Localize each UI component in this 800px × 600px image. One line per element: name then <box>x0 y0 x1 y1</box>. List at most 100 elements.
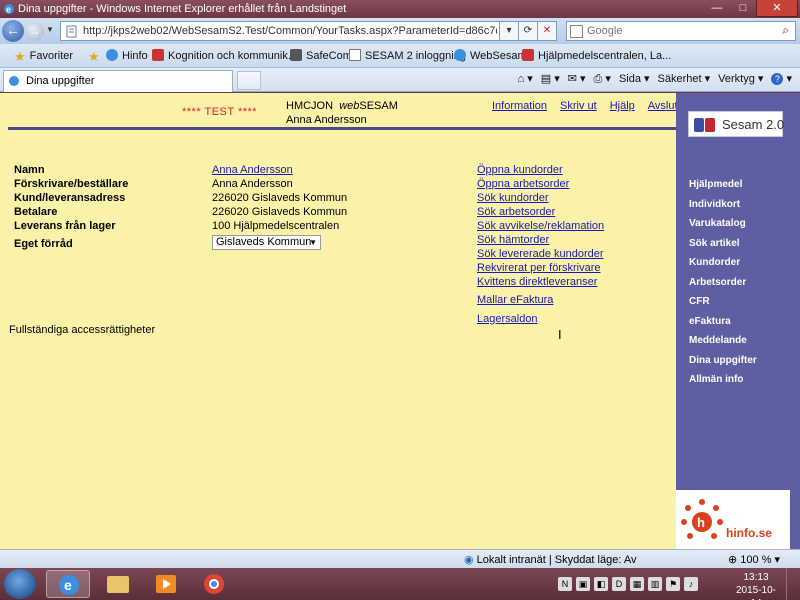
volume-icon[interactable]: ♪ <box>684 577 698 591</box>
link-sok-hamtorder[interactable]: Sök hämtorder <box>477 234 549 246</box>
sidebar-item-arbetsorder[interactable]: Arbetsorder <box>689 273 757 293</box>
sidebar-item-meddelande[interactable]: Meddelande <box>689 331 757 351</box>
details-labels: Namn Förskrivare/beställare Kund/leveran… <box>14 163 128 251</box>
folder-icon <box>107 576 129 593</box>
mail-icon[interactable]: ✉ ▾ <box>568 72 586 86</box>
show-desktop-button[interactable] <box>786 568 800 600</box>
link-kvittens[interactable]: Kvittens direktleveranser <box>477 276 597 288</box>
minimize-button[interactable]: — <box>704 0 730 17</box>
link-sok-arbetsorder[interactable]: Sök arbetsorder <box>477 206 555 218</box>
print-icon[interactable]: ⎙ ▾ <box>594 72 611 86</box>
search-input[interactable] <box>587 24 767 38</box>
stop-icon[interactable]: ✕ <box>538 21 557 41</box>
name-link[interactable]: Anna Andersson <box>212 164 293 176</box>
sidebar-item-individkort[interactable]: Individkort <box>689 195 757 215</box>
sidebar-item-kundorder[interactable]: Kundorder <box>689 253 757 273</box>
link-oppna-kundorder[interactable]: Öppna kundorder <box>477 164 563 176</box>
start-button[interactable] <box>4 569 36 599</box>
svg-text:e: e <box>6 5 11 15</box>
tab-command-bar: Dina uppgifter ⌂ ▾ ▤ ▾ ✉ ▾ ⎙ ▾ Sida ▾ Sä… <box>0 68 800 92</box>
sidebar-item-allman-info[interactable]: Allmän info <box>689 370 757 390</box>
forward-button[interactable]: → <box>25 22 44 41</box>
search-box[interactable]: ⌕ <box>566 21 796 41</box>
tab-dina-uppgifter[interactable]: Dina uppgifter <box>3 70 233 92</box>
security-zone[interactable]: ◉ Lokalt intranät | Skyddat läge: Av <box>464 553 636 566</box>
help-icon[interactable]: ? ▾ <box>771 72 792 86</box>
favorite-hinfo[interactable]: Hinfo <box>106 49 148 62</box>
taskbar-chrome-icon[interactable] <box>192 570 236 598</box>
favorite-websesam[interactable]: WebSesam <box>454 49 527 62</box>
link-sok-avvikelse[interactable]: Sök avvikelse/reklamation <box>477 220 604 232</box>
feeds-icon[interactable]: ▤ ▾ <box>541 72 560 86</box>
help-link[interactable]: Hjälp <box>610 100 635 112</box>
hinfo-logo[interactable]: h hinfo.se <box>676 490 790 549</box>
zoom-icon: ⊕ <box>728 554 738 566</box>
window-title: Dina uppgifter - Windows Internet Explor… <box>18 3 347 15</box>
tray-app-icon[interactable]: ▦ <box>630 577 644 591</box>
sidebar-item-dina-uppgifter[interactable]: Dina uppgifter <box>689 351 757 371</box>
own-store-select[interactable]: Gislaveds Kommun ▼ <box>212 235 321 250</box>
status-bar: ◉ Lokalt intranät | Skyddat läge: Av ⊕ 1… <box>0 549 800 568</box>
sidebar-item-sok-artikel[interactable]: Sök artikel <box>689 234 757 254</box>
network-icon[interactable]: ▥ <box>648 577 662 591</box>
favorites-button[interactable]: ★ Favoriter <box>14 49 73 64</box>
maximize-button[interactable]: □ <box>730 0 756 17</box>
home-icon[interactable]: ⌂ ▾ <box>518 72 533 86</box>
taskbar-ie-icon[interactable]: e <box>46 570 90 598</box>
page-icon <box>152 49 164 61</box>
label-eget-forrad: Eget förråd <box>14 238 73 250</box>
url-text[interactable]: http://jkps2web02/WebSesamS2.Test/Common… <box>83 25 497 37</box>
sidebar-item-varukatalog[interactable]: Varukatalog <box>689 214 757 234</box>
sidebar-item-hjalpmedel[interactable]: Hjälpmedel <box>689 175 757 195</box>
information-link[interactable]: Information <box>492 100 547 112</box>
flag-icon[interactable]: ⚑ <box>666 577 680 591</box>
sesam-logo-icon <box>694 118 715 132</box>
link-lagersaldon[interactable]: Lagersaldon <box>477 313 538 325</box>
onenote-icon[interactable]: N <box>558 577 572 591</box>
clock[interactable]: 13:13 2015-10-14 <box>734 571 778 600</box>
zoom-level[interactable]: ⊕ 100 % ▾ <box>728 553 780 566</box>
link-mallar-efaktura[interactable]: Mallar eFaktura <box>477 294 553 306</box>
link-sok-kundorder[interactable]: Sök kundorder <box>477 192 549 204</box>
link-rekvirerat[interactable]: Rekvirerat per förskrivare <box>477 262 600 274</box>
address-bar[interactable]: http://jkps2web02/WebSesamS2.Test/Common… <box>60 21 500 41</box>
favorite-hjalpmedelscentralen[interactable]: Hjälpmedelscentralen, La... <box>522 49 671 62</box>
media-player-icon <box>156 575 176 593</box>
taskbar-explorer-icon[interactable] <box>96 570 140 598</box>
tray-app-icon[interactable]: D <box>612 577 626 591</box>
action-links: Öppna kundorder Öppna arbetsorder Sök ku… <box>477 163 604 326</box>
access-text: Fullständiga accessrättigheter <box>9 324 156 336</box>
page-icon <box>290 49 302 61</box>
favorite-safecom[interactable]: SafeCom <box>290 49 352 62</box>
history-dropdown-icon[interactable]: ▼ <box>46 25 54 34</box>
tray-app-icon[interactable]: ◧ <box>594 577 608 591</box>
chrome-icon <box>204 574 224 594</box>
print-link[interactable]: Skriv ut <box>560 100 597 112</box>
value-kund: 226020 Gislaveds Kommun <box>212 192 348 204</box>
refresh-icon[interactable]: ⟳ <box>519 21 538 41</box>
sidebar-item-cfr[interactable]: CFR <box>689 292 757 312</box>
safety-menu[interactable]: Säkerhet ▾ <box>658 72 711 86</box>
tools-menu[interactable]: Verktyg ▾ <box>718 72 763 86</box>
close-window-button[interactable]: ✕ <box>756 0 798 17</box>
top-links: Information Skriv ut Hjälp Avsluta <box>492 100 684 112</box>
link-sok-levererade[interactable]: Sök levererade kundorder <box>477 248 604 260</box>
label-forskrivare: Förskrivare/beställare <box>14 178 129 190</box>
add-favorite-icon[interactable]: ★ <box>88 49 104 64</box>
value-leverans: 100 Hjälpmedelscentralen <box>212 220 340 232</box>
link-oppna-arbetsorder[interactable]: Öppna arbetsorder <box>477 178 569 190</box>
tray-app-icon[interactable]: ▣ <box>576 577 590 591</box>
sidebar-menu: Hjälpmedel Individkort Varukatalog Sök a… <box>689 175 757 390</box>
page-menu[interactable]: Sida ▾ <box>619 72 650 86</box>
label-leverans: Leverans från lager <box>14 220 116 232</box>
favorite-sesam2[interactable]: SESAM 2 inloggning <box>349 49 466 62</box>
text-cursor-icon: I <box>558 327 562 342</box>
url-dropdown-icon[interactable]: ▾ <box>500 21 519 41</box>
app-header: HMCJON webSESAM <box>286 100 398 112</box>
favorite-kognition[interactable]: Kognition och kommunik... <box>152 49 297 62</box>
search-icon[interactable]: ⌕ <box>782 23 789 38</box>
sidebar-item-efaktura[interactable]: eFaktura <box>689 312 757 332</box>
taskbar-media-icon[interactable] <box>144 570 188 598</box>
new-tab-button[interactable] <box>237 71 261 90</box>
back-button[interactable]: ← <box>2 20 24 42</box>
